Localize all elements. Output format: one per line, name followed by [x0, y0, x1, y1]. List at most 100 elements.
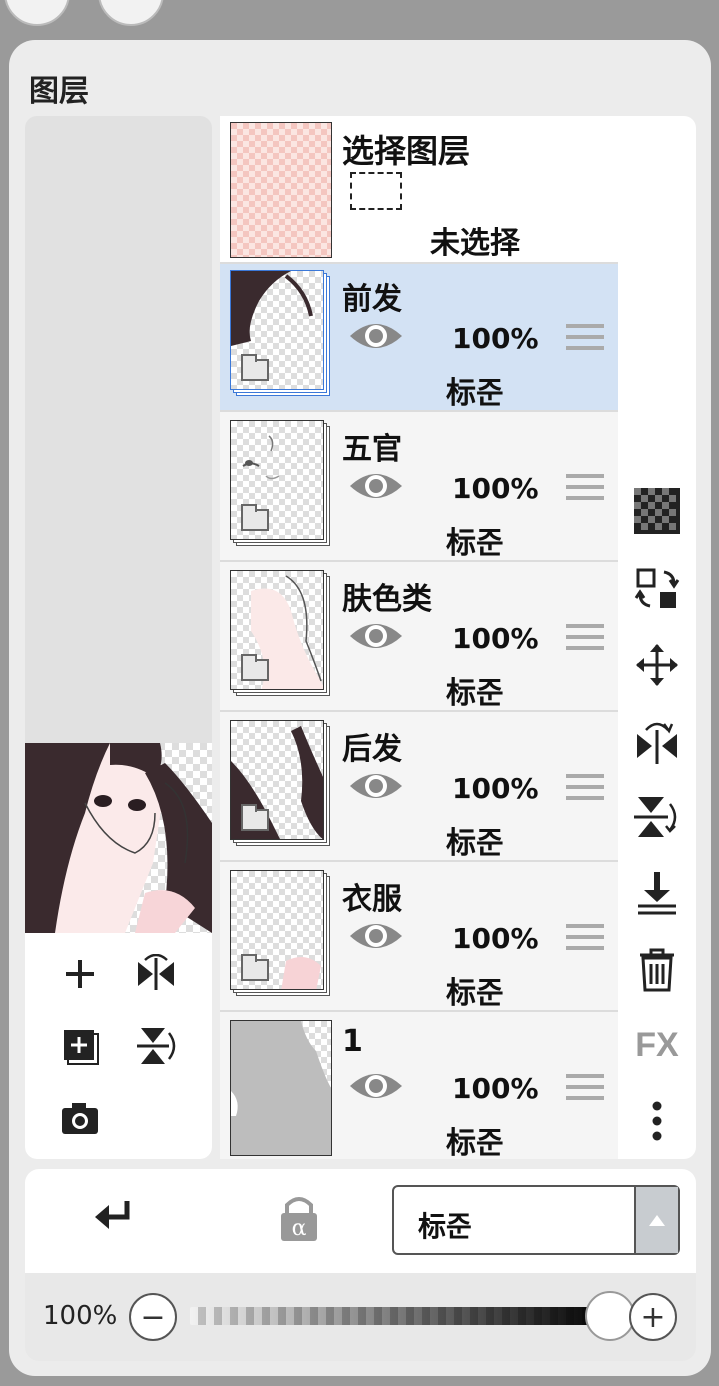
flip-horizontal-icon — [637, 722, 677, 764]
opacity-label: 100% — [43, 1301, 118, 1331]
move-icon — [636, 644, 678, 686]
drag-handle-icon[interactable] — [566, 1074, 604, 1104]
drag-handle-icon[interactable] — [566, 474, 604, 504]
canvas-preview[interactable] — [25, 743, 212, 933]
flip-horizontal-button[interactable] — [632, 718, 682, 768]
transparency-checker-button[interactable] — [632, 486, 682, 536]
layer-name: 衣服 — [342, 882, 402, 917]
layer-thumbnail — [230, 1020, 332, 1156]
camera-button[interactable] — [57, 1095, 103, 1141]
alpha-lock-button[interactable]: α — [275, 1193, 323, 1243]
opacity-increase-button[interactable]: + — [629, 1293, 677, 1341]
swap-layer-icon — [634, 568, 680, 608]
delete-layer-button[interactable] — [632, 944, 682, 994]
visibility-eye-icon[interactable] — [348, 466, 404, 506]
folder-icon — [241, 354, 269, 381]
drag-handle-icon[interactable] — [566, 774, 604, 804]
layer-opacity: 100% — [452, 622, 539, 655]
layer-opacity: 100% — [452, 772, 539, 805]
drag-handle-icon[interactable] — [566, 624, 604, 654]
flip-layer-horizontal-button[interactable] — [133, 951, 179, 997]
layer-row[interactable]: 前发 100% 标준 — [220, 264, 618, 412]
drag-handle-icon[interactable] — [566, 924, 604, 954]
more-vertical-icon — [652, 1101, 662, 1141]
add-folder-button[interactable] — [57, 1023, 103, 1069]
selection-status: 未选择 — [430, 226, 520, 261]
selection-marquee-icon — [350, 172, 402, 210]
move-button[interactable] — [632, 640, 682, 690]
layer-row[interactable]: 五官 100% 标준 — [220, 414, 618, 562]
merge-down-button[interactable] — [632, 868, 682, 918]
layer-opacity: 100% — [452, 1072, 539, 1105]
clip-layer-button[interactable] — [91, 1195, 139, 1243]
selection-layer-title: 选择图层 — [342, 132, 471, 170]
layer-opacity: 100% — [452, 322, 539, 355]
flip-vertical-icon — [634, 797, 677, 837]
blend-mode-select[interactable]: 标준 — [392, 1185, 680, 1255]
layer-name: 后发 — [342, 732, 402, 767]
left-toolbar — [25, 933, 212, 1159]
add-layer-button[interactable] — [57, 951, 103, 997]
folder-icon — [241, 654, 269, 681]
opacity-slider-track[interactable] — [190, 1307, 610, 1325]
clipping-arrow-icon — [95, 1201, 130, 1229]
more-options-button[interactable] — [632, 1096, 682, 1146]
visibility-eye-icon[interactable] — [348, 766, 404, 806]
folder-icon — [241, 504, 269, 531]
layer-thumbnail — [230, 420, 334, 550]
swap-layer-button[interactable] — [632, 564, 682, 614]
layer-row[interactable]: 肤色类 100% 标준 — [220, 564, 618, 712]
flip-vertical-button[interactable] — [632, 792, 682, 842]
layer-row[interactable]: 衣服 100% 标준 — [220, 864, 618, 1012]
layer-thumbnail — [230, 570, 334, 700]
opacity-bar: 100% − + — [25, 1273, 696, 1361]
flip-vertical-icon — [137, 1028, 176, 1064]
layer-name: 前发 — [342, 282, 402, 317]
flip-layer-vertical-button[interactable] — [133, 1023, 179, 1069]
canvas-preview-column — [25, 116, 212, 1159]
layer-name: 五官 — [342, 432, 402, 467]
layer-row[interactable]: 后发 100% 标준 — [220, 714, 618, 862]
visibility-eye-icon[interactable] — [348, 1066, 404, 1106]
layer-thumbnail — [230, 270, 334, 400]
alpha-lock-icon: α — [281, 1197, 317, 1241]
layer-row[interactable]: 1 100% 标준 — [220, 1014, 618, 1159]
layer-blend-mode: 标준 — [446, 376, 504, 411]
drag-handle-icon[interactable] — [566, 324, 604, 354]
layer-opacity: 100% — [452, 472, 539, 505]
dropdown-arrow-icon[interactable] — [634, 1187, 678, 1253]
trash-icon — [640, 948, 674, 992]
layer-opacity: 100% — [452, 922, 539, 955]
visibility-eye-icon[interactable] — [348, 616, 404, 656]
merge-down-icon — [638, 872, 676, 915]
opacity-decrease-button[interactable]: − — [129, 1293, 177, 1341]
camera-icon — [62, 1103, 98, 1134]
layer-blend-mode: 标준 — [446, 526, 504, 561]
layer-blend-mode: 标준 — [446, 1126, 504, 1159]
layer-name: 肤色类 — [342, 582, 432, 617]
fx-button[interactable]: FX — [632, 1020, 682, 1070]
opacity-slider-thumb[interactable] — [585, 1291, 635, 1341]
layer-thumbnail — [230, 720, 334, 850]
top-button-right[interactable] — [98, 0, 164, 26]
blend-mode-value: 标준 — [418, 1210, 472, 1243]
flip-horizontal-icon — [138, 954, 174, 990]
layer-blend-mode: 标준 — [446, 676, 504, 711]
top-button-left[interactable] — [4, 0, 70, 26]
plus-icon — [66, 960, 94, 988]
layer-thumbnail — [230, 870, 334, 1000]
transparency-checker-icon — [634, 488, 680, 534]
selection-layer[interactable]: 选择图层 未选择 — [220, 116, 618, 264]
folder-icon — [241, 804, 269, 831]
visibility-eye-icon[interactable] — [348, 316, 404, 356]
layer-blend-mode: 标준 — [446, 826, 504, 861]
svg-text:α: α — [292, 1216, 307, 1241]
add-folder-icon — [64, 1030, 99, 1065]
right-toolbar: FX — [618, 116, 696, 1159]
selection-layer-thumbnail — [230, 122, 332, 258]
layer-name: 1 — [342, 1024, 363, 1059]
layer-list: 选择图层 未选择 前发 100% 标준 五官 100% 标준 肤色类 100% … — [220, 116, 618, 1159]
visibility-eye-icon[interactable] — [348, 916, 404, 956]
layer-blend-mode: 标준 — [446, 976, 504, 1011]
layer-options-bar: α 标준 — [25, 1169, 696, 1273]
